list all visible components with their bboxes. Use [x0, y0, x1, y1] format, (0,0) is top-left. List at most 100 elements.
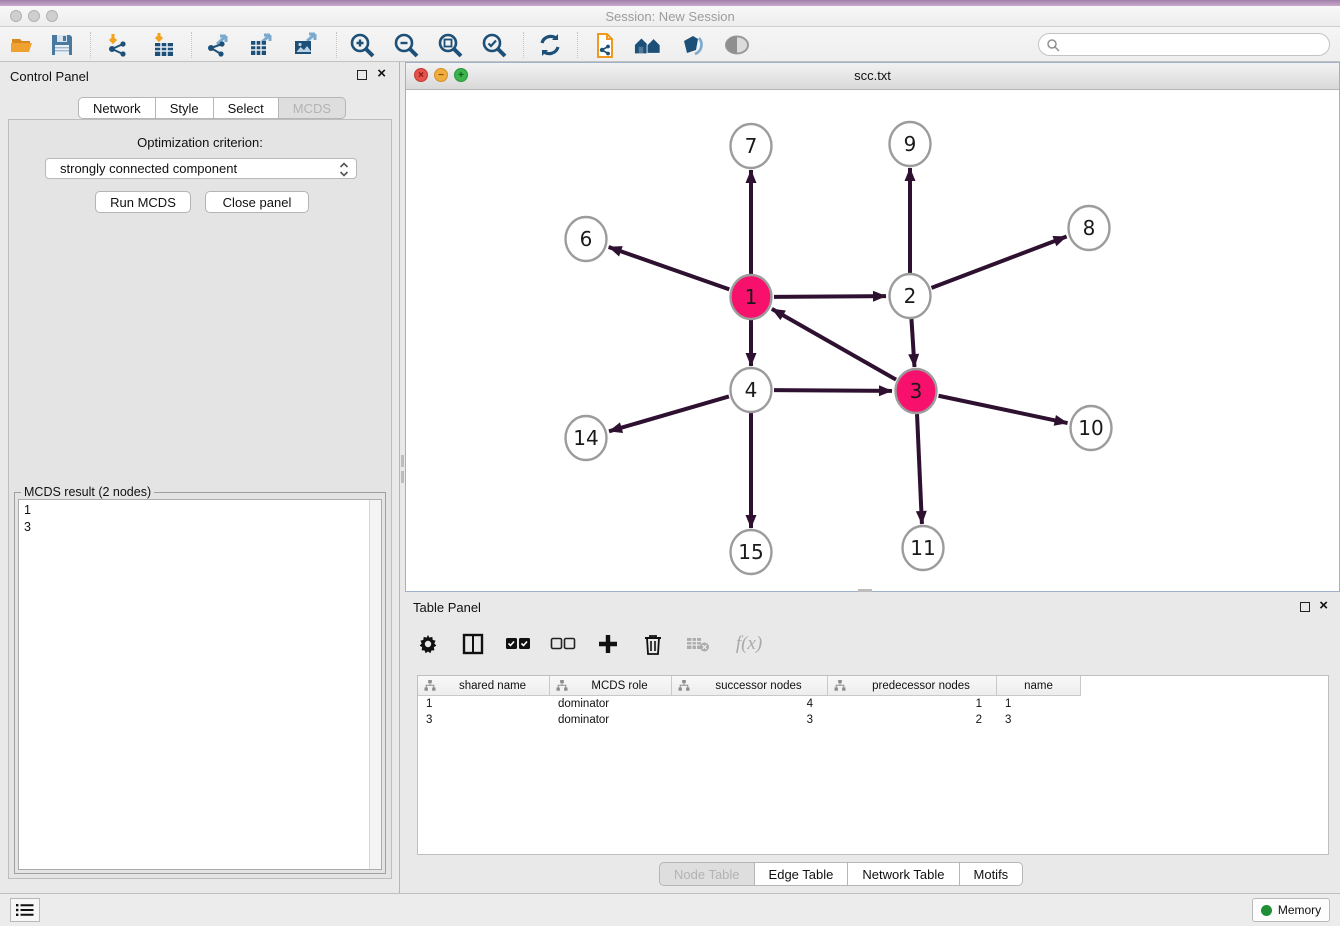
vertical-splitter-handle[interactable] [401, 471, 404, 483]
graph-edge-1-2[interactable] [774, 296, 886, 297]
run-mcds-button[interactable]: Run MCDS [95, 191, 191, 213]
graph-edge-3-1[interactable] [772, 309, 896, 380]
table-row[interactable]: 3dominator323 [418, 712, 1328, 728]
cell-shared-name[interactable]: 3 [418, 712, 550, 728]
column-view-icon[interactable] [458, 629, 488, 659]
tab-network-table[interactable]: Network Table [848, 862, 959, 886]
delete-icon[interactable] [638, 629, 668, 659]
tab-node-table[interactable]: Node Table [659, 862, 755, 886]
tab-network[interactable]: Network [78, 97, 156, 119]
save-session-icon[interactable] [48, 31, 76, 59]
zoom-fit-icon[interactable] [436, 31, 464, 59]
table-toolbar: f(x) [413, 624, 770, 664]
column-header-predecessor-nodes[interactable]: predecessor nodes [828, 676, 997, 696]
cell-name[interactable]: 3 [997, 712, 1081, 728]
toolbar-separator [90, 32, 91, 58]
table-panel: Table Panel × [401, 592, 1340, 893]
node-table[interactable]: shared name MCDS role successor nodes [417, 675, 1329, 855]
mcds-result-box: MCDS result (2 nodes) 1 3 [14, 492, 386, 874]
cell-successor-nodes[interactable]: 4 [672, 696, 828, 712]
network-graph[interactable]: 7968124314101511 [406, 90, 1339, 591]
float-table-panel-icon[interactable] [1300, 602, 1310, 612]
tab-motifs[interactable]: Motifs [960, 862, 1024, 886]
cell-successor-nodes[interactable]: 3 [672, 712, 828, 728]
network-canvas[interactable]: 7968124314101511 [406, 90, 1339, 591]
graph-node-label: 15 [738, 540, 763, 564]
graph-node-label: 14 [573, 426, 598, 450]
cell-name[interactable]: 1 [997, 696, 1081, 712]
network-window-titlebar[interactable]: × − + scc.txt [406, 63, 1339, 90]
export-image-icon[interactable] [291, 31, 319, 59]
open-session-icon[interactable] [8, 31, 36, 59]
tab-style[interactable]: Style [156, 97, 214, 119]
table-row[interactable]: 1dominator411 [418, 696, 1328, 712]
add-icon[interactable] [593, 629, 623, 659]
graph-edge-2-8[interactable] [932, 237, 1067, 288]
graph-node-label: 6 [580, 227, 593, 251]
graph-node-label: 7 [745, 134, 758, 158]
graph-node-label: 1 [745, 285, 758, 309]
cell-predecessor-nodes[interactable]: 1 [828, 696, 997, 712]
network-view-window: × − + scc.txt 7968124314101511 [405, 62, 1340, 592]
mcds-panel: Optimization criterion: strongly connect… [8, 119, 392, 879]
task-history-button[interactable] [10, 898, 40, 922]
list-icon [16, 903, 34, 917]
function-icon: f(x) [728, 629, 770, 659]
deselect-all-icon[interactable] [548, 629, 578, 659]
mcds-result-title: MCDS result (2 nodes) [21, 485, 154, 499]
cell-mcds-role[interactable]: dominator [550, 696, 672, 712]
graph-edge-4-3[interactable] [774, 390, 892, 391]
zoom-in-icon[interactable] [348, 31, 376, 59]
graph-edge-3-10[interactable] [939, 396, 1068, 423]
refresh-icon[interactable] [536, 31, 564, 59]
cell-shared-name[interactable]: 1 [418, 696, 550, 712]
cell-predecessor-nodes[interactable]: 2 [828, 712, 997, 728]
graph-edge-1-6[interactable] [609, 247, 730, 289]
memory-button[interactable]: Memory [1252, 898, 1330, 922]
column-header-mcds-role[interactable]: MCDS role [550, 676, 672, 696]
home-icon[interactable] [634, 31, 662, 59]
import-network-icon[interactable] [104, 31, 132, 59]
tab-select[interactable]: Select [214, 97, 279, 119]
graph-edge-2-3[interactable] [911, 319, 914, 367]
search-box[interactable] [1038, 33, 1330, 56]
select-all-icon[interactable] [503, 629, 533, 659]
vertical-splitter-handle[interactable] [401, 455, 404, 467]
close-panel-icon[interactable]: × [377, 66, 386, 82]
column-header-successor-nodes[interactable]: successor nodes [672, 676, 828, 696]
result-scrollbar[interactable] [369, 500, 381, 869]
table-panel-title: Table Panel [413, 600, 481, 615]
table-body: 1dominator4113dominator323 [418, 696, 1328, 728]
tab-edge-table[interactable]: Edge Table [755, 862, 849, 886]
show-graphics-details-icon[interactable] [723, 31, 751, 59]
mcds-result-area[interactable]: 1 3 [18, 499, 382, 870]
graph-node-label: 9 [904, 132, 917, 156]
import-table-icon[interactable] [150, 31, 178, 59]
zoom-out-icon[interactable] [392, 31, 420, 59]
toggle-labels-icon[interactable] [678, 31, 706, 59]
mcds-result-text: 1 3 [24, 502, 31, 536]
export-network-icon[interactable] [204, 31, 232, 59]
close-table-panel-icon[interactable]: × [1319, 598, 1328, 614]
column-header-shared-name[interactable]: shared name [418, 676, 550, 696]
export-table-icon[interactable] [247, 31, 275, 59]
zoom-selected-icon[interactable] [480, 31, 508, 59]
close-panel-button[interactable]: Close panel [205, 191, 309, 213]
gear-icon[interactable] [413, 629, 443, 659]
optimization-criterion-label: Optimization criterion: [9, 135, 391, 150]
cell-mcds-role[interactable]: dominator [550, 712, 672, 728]
graph-edge-3-11[interactable] [917, 414, 922, 524]
tab-mcds[interactable]: MCDS [279, 97, 346, 119]
float-panel-icon[interactable] [357, 70, 367, 80]
column-header-name[interactable]: name [997, 676, 1081, 696]
network-document-icon[interactable] [590, 31, 618, 59]
graph-node-label: 10 [1078, 416, 1103, 440]
table-tabs: Node Table Edge Table Network Table Moti… [659, 862, 1023, 886]
graph-edge-4-14[interactable] [609, 396, 729, 431]
status-bar: Memory [0, 893, 1340, 926]
app-titlebar[interactable]: Session: New Session [0, 6, 1340, 27]
search-input[interactable] [1060, 36, 1329, 54]
optimization-criterion-select[interactable]: strongly connected component [45, 158, 357, 179]
column-type-icon [678, 680, 690, 691]
main-toolbar [0, 27, 1340, 62]
